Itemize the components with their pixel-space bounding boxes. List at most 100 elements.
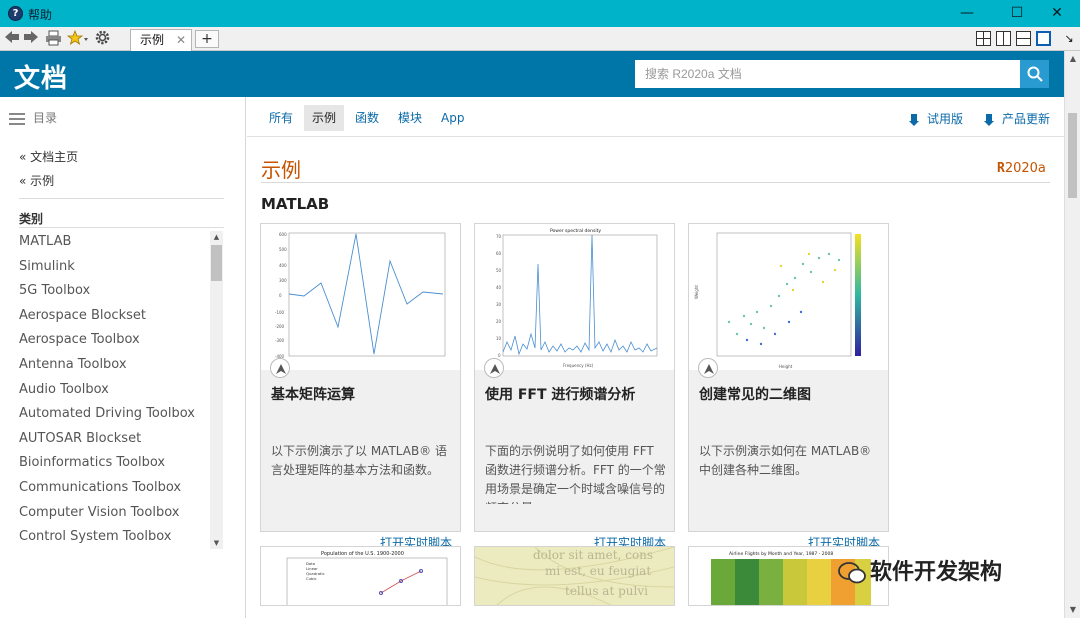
tab-functions[interactable]: 函数 [347,105,387,131]
sidebar-item-5g-toolbox[interactable]: 5G Toolbox [19,280,209,305]
download-icon [909,113,919,126]
back-arrow-icon[interactable] [3,30,21,48]
svg-text:70: 70 [496,234,502,239]
thumb-xlabel: Frequency (Hz) [563,363,594,368]
release-r: R [997,161,1005,176]
undock-icon[interactable]: ↘ [1060,30,1078,48]
live-script-icon [484,358,504,378]
watermark-text: 软件开发架构 [870,560,1003,585]
sidebar-item-bioinformatics-toolbox[interactable]: Bioinformatics Toolbox [19,452,209,477]
forward-arrow-icon[interactable] [22,30,40,48]
svg-text:-100: -100 [275,310,285,315]
toc-label: 目录 [33,111,58,125]
gear-icon[interactable] [93,30,111,48]
sidebar-item-aerospace-blockset[interactable]: Aerospace Blockset [19,305,209,330]
doc-brand-title[interactable]: 文档 [14,58,68,95]
help-app-icon: ? [8,6,23,21]
sidebar-item-control-system-toolbox[interactable]: Control System Toolbox [19,526,209,551]
example-card-partial[interactable]: Population of the U.S. 1900-2000 Data Li… [260,546,461,606]
svg-text:-200: -200 [275,324,285,329]
title-bar: ? 帮助 — ☐ ✕ [0,0,1080,27]
thumb-text: mi est, eu feugiat [545,564,651,578]
thumb-text: dolor sit amet, cons [533,548,653,562]
trial-label: 试用版 [927,112,964,126]
example-card[interactable]: Power spectral density 70 60 50 40 30 20 10 0 F… [474,223,675,550]
svg-text:500: 500 [279,247,287,252]
wechat-watermark: 软件开发架构 [838,554,1002,586]
sidebar-item-communications-toolbox[interactable]: Communications Toolbox [19,477,209,502]
example-card[interactable]: Height Weight 创建常见的二维图 以下示例演示如何在 MATLAB®… [688,223,889,550]
tab-blocks[interactable]: 模块 [390,105,430,131]
category-scroll-thumb[interactable] [211,245,222,281]
category-list: MATLAB Simulink 5G Toolbox Aerospace Blo… [19,231,209,551]
tab-examples[interactable]: 示例 ✕ [130,29,192,51]
example-thumbnail[interactable]: Power spectral density 70 60 50 40 30 20 10 0 F… [475,224,674,370]
search-input[interactable] [635,60,1020,88]
category-scroll-up-icon[interactable]: ▲ [210,231,223,243]
sidebar-item-computer-vision-toolbox[interactable]: Computer Vision Toolbox [19,502,209,527]
window-title: 帮助 [28,8,53,22]
example-card[interactable]: 600 500 400 300 0 -100 -200 -300 -400 基本矩阵运算 以下… [260,223,461,550]
thumb-xlabel: Height [779,364,793,369]
page-scrollbar[interactable]: ▲ ▼ [1064,51,1080,618]
search-button[interactable] [1020,60,1049,88]
svg-text:50: 50 [496,268,502,273]
thumb-title: Airline Flights by Month and Year, 1987 … [729,551,833,557]
doc-header: 文档 [0,51,1064,97]
sidebar-item-autosar-blockset[interactable]: AUTOSAR Blockset [19,428,209,453]
content-nav: 所有 示例 函数 模块 App 试用版 产品更新 [247,97,1064,137]
close-button[interactable]: ✕ [1034,0,1080,27]
trial-link[interactable]: 试用版 [909,110,963,127]
scroll-up-arrow-icon[interactable]: ▲ [1065,51,1080,67]
card-description: 下面的示例说明了如何使用 FFT 函数进行频谱分析。FFT 的一个常用场景是确定… [485,444,666,504]
card-title[interactable]: 基本矩阵运算 [271,384,355,404]
release-badge: R2020a [997,161,1046,176]
updates-label: 产品更新 [1002,112,1051,126]
example-card-partial[interactable]: dolor sit amet, cons mi est, eu feugiat … [474,546,675,606]
svg-text:10: 10 [496,336,502,341]
product-updates-link[interactable]: 产品更新 [984,110,1050,127]
sidebar-item-audio-toolbox[interactable]: Audio Toolbox [19,379,209,404]
sidebar: 目录 « 文档主页 « 示例 类别 MATLAB Simulink 5G Too… [0,97,246,618]
layout-single-icon[interactable] [1036,31,1051,46]
tab-close-icon[interactable]: ✕ [176,30,186,50]
toc-toggle[interactable]: 目录 [9,109,57,125]
svg-text:30: 30 [496,302,502,307]
sidebar-divider [19,198,224,199]
sidebar-item-automated-driving-toolbox[interactable]: Automated Driving Toolbox [19,403,209,428]
sidebar-item-simulink[interactable]: Simulink [19,256,209,281]
page-scroll-thumb[interactable] [1068,113,1077,198]
minimize-button[interactable]: — [944,0,990,27]
sidebar-item-matlab[interactable]: MATLAB [19,231,209,256]
card-description: 以下示例演示如何在 MATLAB® 中创建各种二维图。 [699,444,872,477]
section-heading: MATLAB [261,195,330,213]
example-thumbnail[interactable]: Height Weight [689,224,888,370]
svg-text:600: 600 [279,232,287,237]
svg-text:40: 40 [496,285,502,290]
scroll-down-arrow-icon[interactable]: ▼ [1065,602,1080,618]
card-title[interactable]: 创建常见的二维图 [699,384,811,404]
layout-grid-icon[interactable] [976,31,991,46]
tab-examples-selected[interactable]: 示例 [304,105,345,131]
examples-link[interactable]: « 示例 [19,172,54,189]
download-icon [984,113,994,126]
doc-home-link[interactable]: « 文档主页 [19,148,78,165]
print-icon[interactable] [43,30,63,48]
new-tab-button[interactable]: + [195,30,219,48]
sidebar-item-antenna-toolbox[interactable]: Antenna Toolbox [19,354,209,379]
help-window: ? 帮助 — ☐ ✕ 示例 ✕ + ↘ 文档 搜索 R2020a 文档 ▲ ▼ … [0,0,1080,618]
svg-text:-300: -300 [275,338,285,343]
tab-apps[interactable]: App [433,105,472,131]
category-scrollbar[interactable]: ▲ ▼ [210,231,223,549]
sidebar-item-aerospace-toolbox[interactable]: Aerospace Toolbox [19,329,209,354]
layout-rows-icon[interactable] [1016,31,1031,46]
layout-columns-icon[interactable] [996,31,1011,46]
category-title: 类别 [19,212,44,226]
category-scroll-down-icon[interactable]: ▼ [210,537,223,549]
card-description: 以下示例演示了以 MATLAB® 语言处理矩阵的基本方法和函数。 [271,444,447,477]
card-title[interactable]: 使用 FFT 进行频谱分析 [485,384,635,404]
favorites-star-icon[interactable] [66,29,90,48]
example-thumbnail[interactable]: 600 500 400 300 0 -100 -200 -300 -400 [261,224,460,370]
svg-text:20: 20 [496,319,502,324]
tab-all[interactable]: 所有 [261,105,301,131]
